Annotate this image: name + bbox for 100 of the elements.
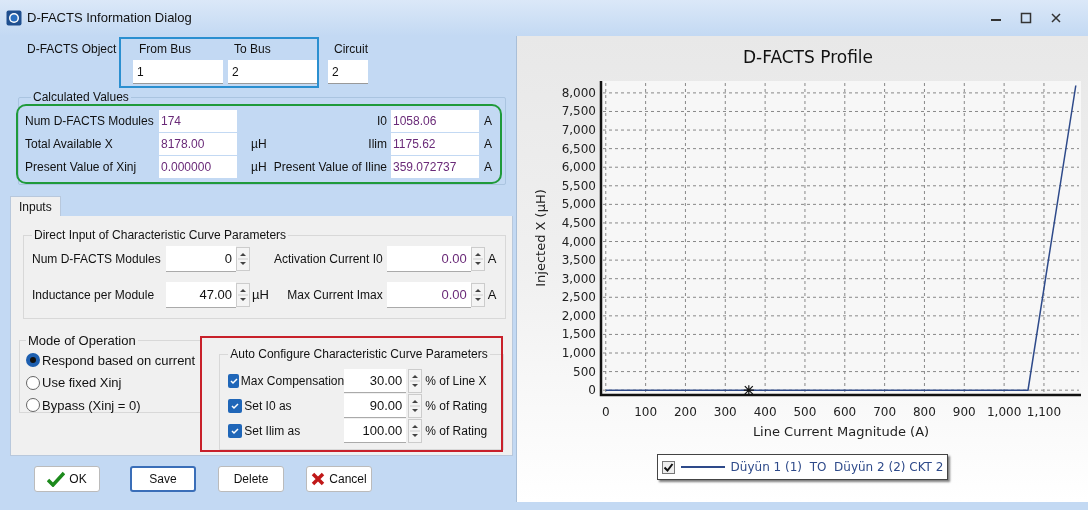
field-label: Ilim xyxy=(368,136,387,153)
tick-label: 7,500 xyxy=(561,104,596,119)
unit-label: µH xyxy=(251,160,267,174)
spinner-control[interactable] xyxy=(408,419,423,443)
input-field[interactable]: 8178.00 xyxy=(159,133,237,155)
chart-title: D-FACTS Profile xyxy=(742,47,873,67)
legend-checkbox[interactable] xyxy=(661,460,675,474)
option-label: Use fixed Xinj xyxy=(42,374,122,392)
tick-label: 1,000 xyxy=(986,405,1021,419)
input-field[interactable]: 2 xyxy=(328,60,368,84)
tick-label: 1,100 xyxy=(1026,405,1061,419)
number-field[interactable]: 0.00 xyxy=(386,246,471,272)
checkbox[interactable] xyxy=(228,374,239,388)
unit-label: % of Rating xyxy=(425,399,488,413)
tick-label: 400 xyxy=(753,405,777,419)
tick-label: 2,000 xyxy=(561,308,596,323)
number-field[interactable]: 0.00 xyxy=(386,282,471,308)
tick-label: 5,500 xyxy=(561,178,596,193)
unit-label: % of Line X xyxy=(425,374,487,388)
field-label: Activation Current I0 xyxy=(274,251,384,268)
number-field[interactable]: 0 xyxy=(166,246,236,272)
tick-label: 0 xyxy=(587,383,596,398)
legend-line xyxy=(680,466,725,468)
field-label: Inductance per Module xyxy=(32,287,156,304)
input-field[interactable]: 0.000000 xyxy=(159,156,237,178)
checkbox-label: Max Compensation xyxy=(240,373,345,390)
tick-label: 0 xyxy=(601,405,610,419)
unit-label: A xyxy=(484,160,492,174)
field-label: D-FACTS Object xyxy=(27,41,118,58)
window-title: D-FACTS Information Dialog xyxy=(27,9,192,28)
spinner-control[interactable] xyxy=(408,369,423,393)
spinner-control[interactable] xyxy=(236,247,250,271)
group-title: Mode of Operation xyxy=(27,332,137,350)
group-title: Auto Configure Characteristic Curve Parameters xyxy=(229,346,489,363)
unit-label: % of Rating xyxy=(425,424,488,438)
unit-label: µH xyxy=(252,287,269,303)
input-field[interactable]: 359.072737 xyxy=(391,156,479,178)
field-label: Num D-FACTS Modules xyxy=(32,251,162,268)
button[interactable]: Save xyxy=(130,465,196,492)
checkbox-label: Set I0 as xyxy=(244,398,292,415)
number-field[interactable]: 30.00 xyxy=(344,369,407,393)
field-label: To Bus xyxy=(233,41,272,58)
checkbox-label: Set Ilim as xyxy=(244,423,301,440)
tick-label: 500 xyxy=(572,364,596,379)
input-field[interactable]: 2 xyxy=(228,60,318,84)
cancel-button[interactable]: Cancel xyxy=(306,465,372,492)
tick-label: 700 xyxy=(872,405,896,419)
checkbox[interactable] xyxy=(228,399,243,413)
option-label: Respond based on current xyxy=(42,351,196,370)
tick-label: 200 xyxy=(673,405,697,419)
tab[interactable]: Inputs xyxy=(10,196,61,216)
unit-label: A xyxy=(484,137,492,151)
spinner-control[interactable] xyxy=(236,283,250,307)
radio-button[interactable] xyxy=(26,353,40,368)
tick-label: 4,000 xyxy=(561,234,596,249)
input-field[interactable]: 1058.06 xyxy=(391,110,479,132)
radio-button[interactable] xyxy=(26,375,40,390)
axis-title: Injected X (µH) xyxy=(532,189,548,287)
number-field[interactable]: 47.00 xyxy=(166,282,236,308)
field-label: Total Available X xyxy=(25,136,114,153)
tick-label: 500 xyxy=(793,405,816,419)
field-label: Present Value of Xinj xyxy=(25,159,138,176)
number-field[interactable]: 100.00 xyxy=(344,419,407,443)
tick-label: 100 xyxy=(633,405,657,419)
tick-label: 6,500 xyxy=(561,141,596,156)
checkmark-icon xyxy=(230,426,241,436)
axis-title: Line Current Magnitude (A) xyxy=(752,424,929,439)
ok-button[interactable]: OK xyxy=(34,465,100,492)
field-label: Circuit xyxy=(333,41,369,58)
group-title: Direct Input of Characteristic Curve Parameters xyxy=(33,227,288,244)
tick-label: 2,500 xyxy=(561,290,596,305)
tick-label: 3,500 xyxy=(561,253,596,268)
checkmark-icon xyxy=(228,376,239,386)
checkbox[interactable] xyxy=(228,424,243,438)
tick-label: 5,000 xyxy=(561,197,596,212)
tick-label: 3,000 xyxy=(561,271,596,286)
spinner-control[interactable] xyxy=(408,394,423,418)
number-field[interactable]: 90.00 xyxy=(344,394,407,418)
tick-label: 1,500 xyxy=(561,327,596,342)
input-field[interactable]: 174 xyxy=(159,110,237,132)
unit-label: µH xyxy=(251,137,267,151)
field-label: I0 xyxy=(377,113,387,130)
field-label: From Bus xyxy=(138,41,192,58)
checkmark-icon xyxy=(230,401,241,411)
input-field[interactable]: 1 xyxy=(133,60,223,84)
unit-label: A xyxy=(487,287,497,303)
asterisk-marker xyxy=(742,384,754,396)
input-field[interactable]: 1175.62 xyxy=(391,133,479,155)
maximize-icon[interactable] xyxy=(1020,12,1032,24)
tick-label: 800 xyxy=(912,405,936,419)
field-label: Num D-FACTS Modules xyxy=(25,113,155,130)
button[interactable]: Delete xyxy=(218,465,284,492)
radio-button[interactable] xyxy=(26,398,40,413)
tick-label: 7,000 xyxy=(561,123,596,138)
cross-icon xyxy=(311,471,326,486)
field-label: Max Current Imax xyxy=(287,287,384,304)
app-icon xyxy=(6,10,22,26)
checkmark-icon xyxy=(47,470,66,487)
close-icon[interactable] xyxy=(1050,12,1062,24)
tick-label: 300 xyxy=(713,405,737,419)
